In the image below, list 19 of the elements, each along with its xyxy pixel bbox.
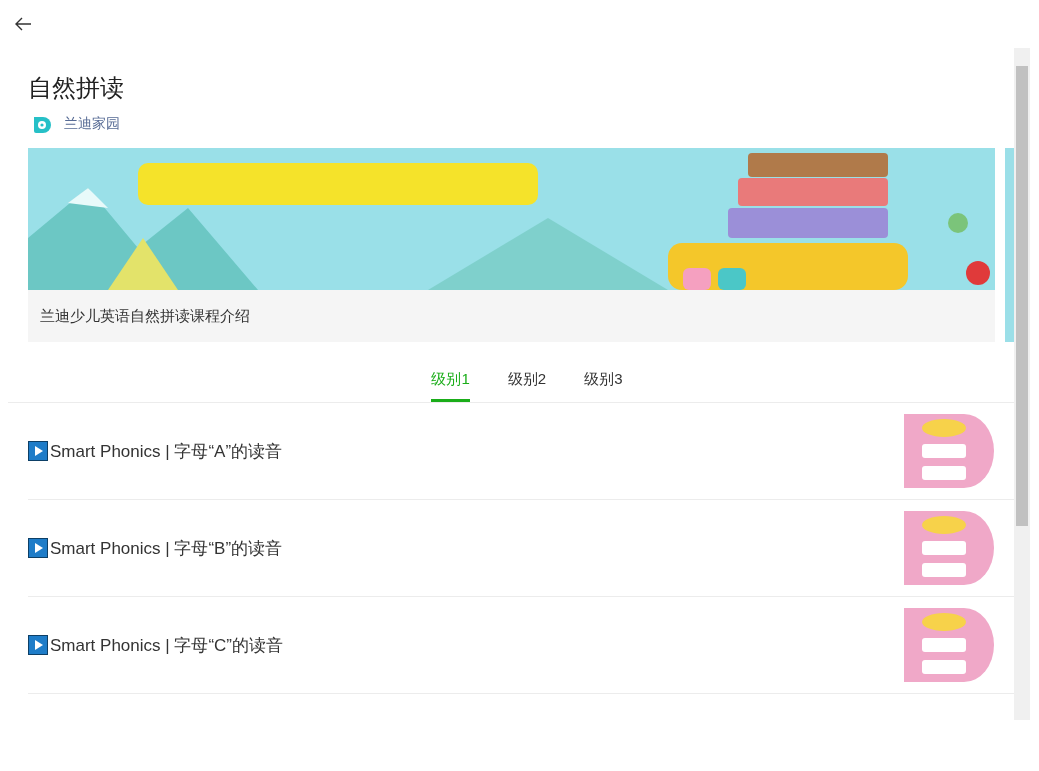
scrollbar[interactable] — [1014, 48, 1030, 720]
level-tab[interactable]: 级别3 — [584, 366, 623, 402]
app-logo-icon — [32, 114, 52, 134]
lesson-title: Smart Phonics | 字母“A”的读音 — [50, 440, 283, 463]
page-title: 自然拼读 — [28, 73, 125, 103]
lesson-title: Smart Phonics | 字母“C”的读音 — [50, 634, 283, 657]
play-icon — [28, 635, 48, 655]
play-icon — [28, 538, 48, 558]
lesson-row[interactable]: Smart Phonics | 字母“C”的读音 — [28, 597, 1014, 694]
scrollbar-thumb[interactable] — [1016, 66, 1028, 526]
banner-caption: 兰迪少儿英语自然拼读课程介绍 — [39, 305, 251, 326]
account-name: 兰迪家园 — [64, 115, 120, 133]
play-icon — [28, 441, 48, 461]
lesson-row[interactable]: Smart Phonics | 字母“A”的读音 — [28, 403, 1014, 500]
lesson-title: Smart Phonics | 字母“B”的读音 — [50, 537, 283, 560]
banner-card[interactable]: 兰迪少儿英语自然拼读课程介绍 — [28, 148, 995, 342]
lesson-row[interactable]: Smart Phonics | 字母“B”的读音 — [28, 500, 1014, 597]
next-banner-card[interactable] — [1005, 148, 1014, 342]
level-tab[interactable]: 级别2 — [507, 366, 547, 402]
